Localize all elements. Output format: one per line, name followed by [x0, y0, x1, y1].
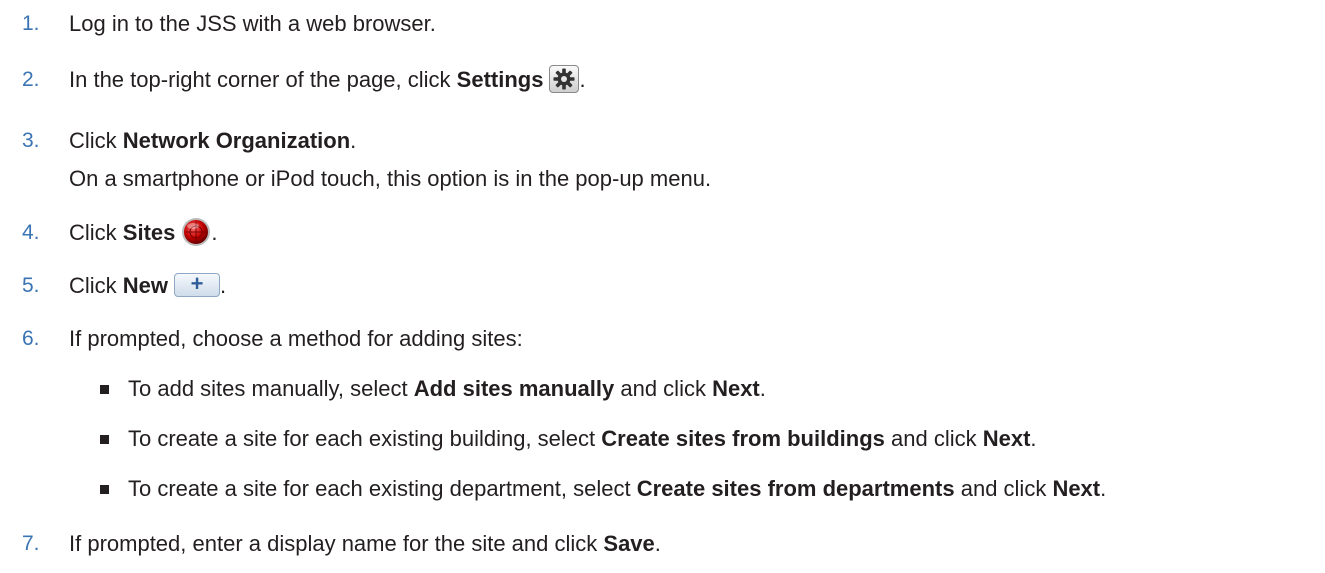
step-text-post: .: [220, 273, 227, 298]
step-text-post: .: [350, 128, 357, 153]
step-text: Click New +.: [69, 271, 226, 301]
ui-term: Create sites from buildings: [601, 426, 885, 451]
ui-term: Sites: [122, 220, 176, 245]
bullet-text-post: .: [1030, 426, 1037, 451]
step-text-pre: Click: [69, 273, 123, 298]
ui-term: Next: [1052, 476, 1101, 501]
bullet-text-mid: and click: [614, 376, 713, 401]
ui-term: Next: [982, 426, 1031, 451]
step-7: 7. If prompted, enter a display name for…: [0, 529, 1325, 559]
ui-term: New: [122, 273, 169, 298]
bullet-text-pre: To add sites manually, select: [128, 376, 414, 401]
bullet-text-post: .: [1100, 476, 1107, 501]
bullet-text-mid: and click: [884, 426, 983, 451]
step-number: 6.: [22, 327, 40, 350]
step-text: If prompted, choose a method for adding …: [69, 326, 523, 351]
ui-term: Add sites manually: [413, 376, 615, 401]
plus-icon: +: [174, 273, 221, 298]
step-text-pre: Click: [69, 220, 123, 245]
bullet-text: To create a site for each existing build…: [128, 424, 1037, 454]
step-number: 2.: [22, 68, 40, 91]
step-number: 3.: [22, 129, 40, 152]
bullet-text-pre: To create a site for each existing depar…: [128, 476, 637, 501]
step-text: In the top-right corner of the page, cli…: [69, 65, 586, 95]
bullet-icon: [100, 435, 109, 444]
list-item: To create a site for each existing build…: [0, 424, 1325, 454]
bullet-icon: [100, 385, 109, 394]
bullet-text: To create a site for each existing depar…: [128, 474, 1106, 504]
ui-term: Network Organization: [122, 128, 351, 153]
step-6: 6. If prompted, choose a method for addi…: [0, 324, 1325, 354]
bullet-text-mid: and click: [954, 476, 1053, 501]
procedure-steps: 1. Log in to the JSS with a web browser.…: [0, 0, 1325, 573]
ui-term: Settings: [456, 67, 544, 92]
list-item: To create a site for each existing depar…: [0, 474, 1325, 504]
ui-term: Create sites from departments: [636, 476, 955, 501]
step-1: 1. Log in to the JSS with a web browser.: [0, 9, 1325, 39]
step-2: 2. In the top-right corner of the page, …: [0, 65, 1325, 95]
ui-term: Next: [712, 376, 760, 401]
list-item: To add sites manually, select Add sites …: [0, 374, 1325, 404]
step-text-pre: In the top-right corner of the page, cli…: [69, 67, 457, 92]
bullet-text-post: .: [759, 376, 766, 401]
step-3: 3. Click Network Organization.: [0, 126, 1325, 156]
sites-icon: [181, 217, 211, 247]
step-text: If prompted, enter a display name for th…: [69, 529, 661, 559]
step-number: 4.: [22, 221, 40, 244]
step-number: 1.: [22, 12, 40, 35]
gear-icon: [549, 65, 580, 94]
step-5: 5. Click New +.: [0, 271, 1325, 301]
ui-term: Save: [603, 531, 655, 556]
step-number: 5.: [22, 274, 40, 297]
step-text: Click Sites.: [69, 218, 218, 249]
bullet-text-pre: To create a site for each existing build…: [128, 426, 602, 451]
step-4: 4. Click Sites.: [0, 218, 1325, 248]
step-text: Log in to the JSS with a web browser.: [69, 11, 436, 36]
step-text-pre: If prompted, enter a display name for th…: [69, 531, 604, 556]
step-text-post: .: [579, 67, 586, 92]
step-text-post: .: [211, 220, 218, 245]
step-3-note: On a smartphone or iPod touch, this opti…: [69, 166, 712, 191]
step-text: Click Network Organization.: [69, 126, 356, 156]
bullet-icon: [100, 485, 109, 494]
step-number: 7.: [22, 532, 40, 555]
bullet-text: To add sites manually, select Add sites …: [128, 374, 766, 404]
step-text-pre: Click: [69, 128, 123, 153]
step-text-post: .: [654, 531, 661, 556]
